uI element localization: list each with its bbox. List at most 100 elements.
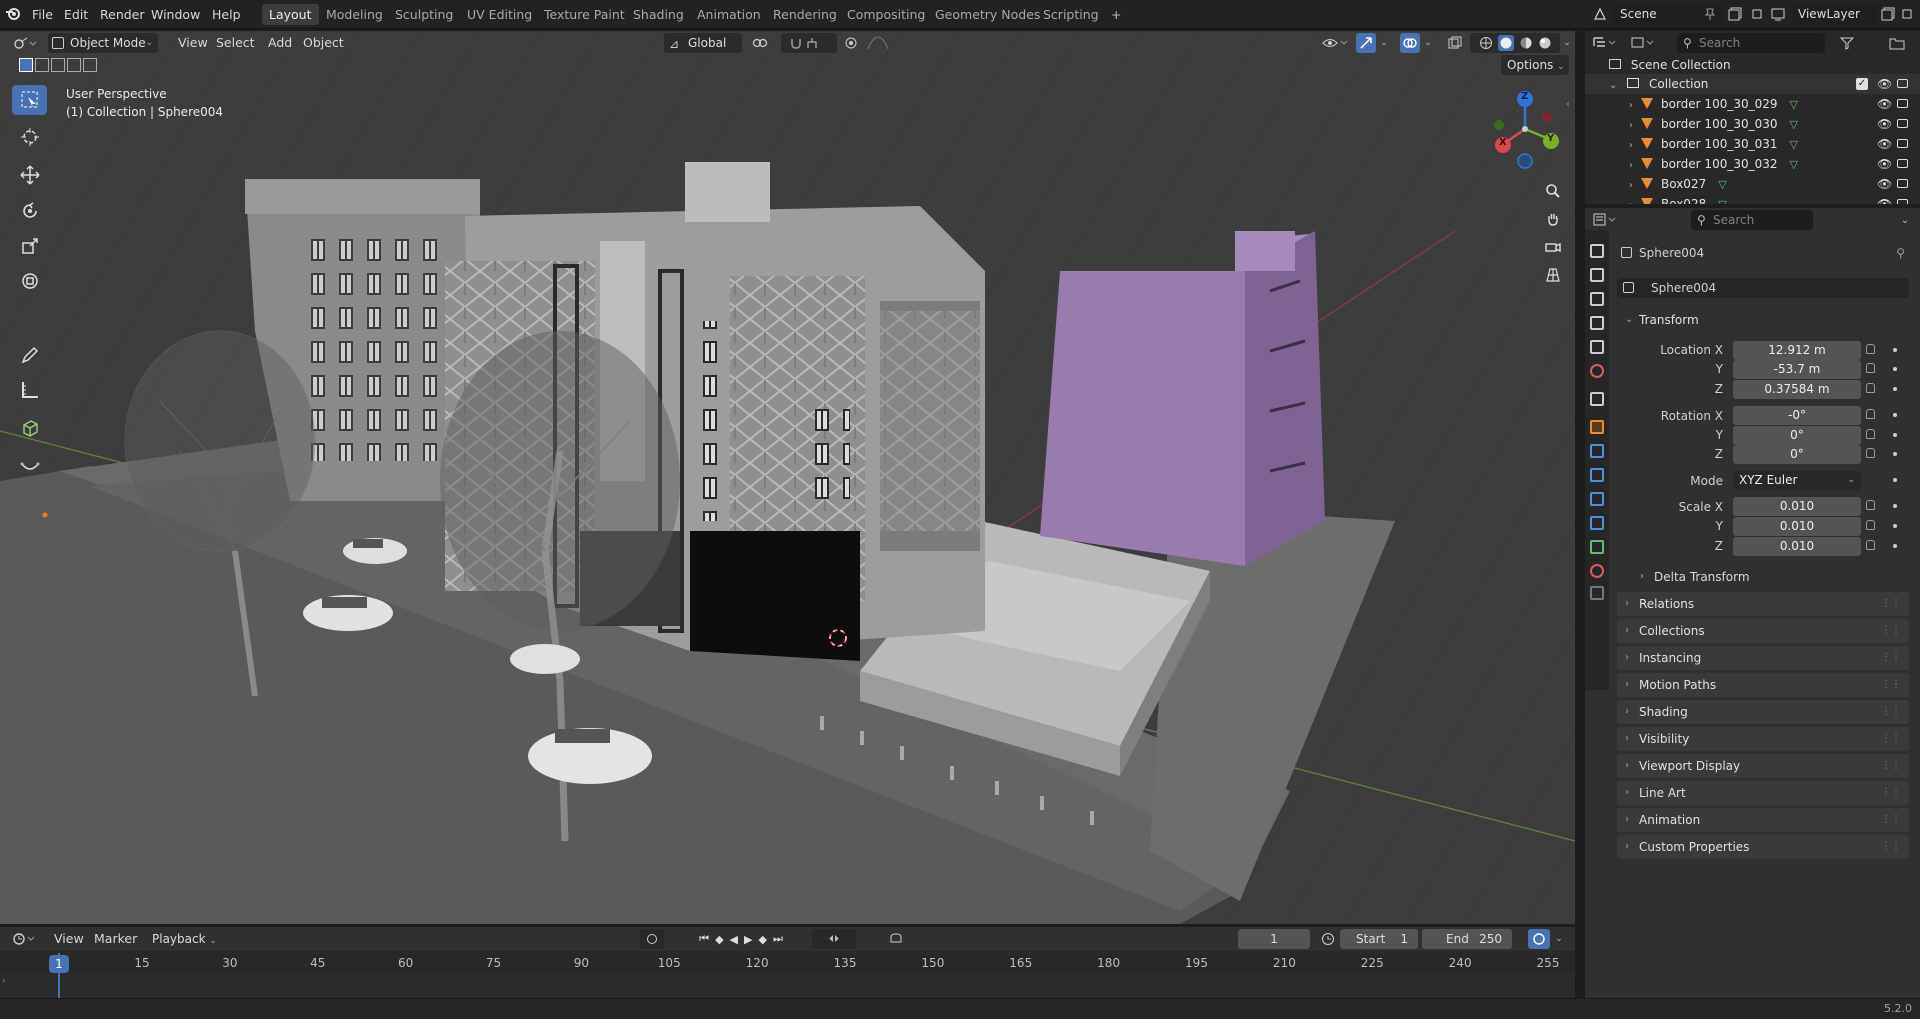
camera-icon[interactable]	[1897, 159, 1908, 168]
delete-scene-icon[interactable]	[1748, 4, 1766, 24]
proportional-editing-icon[interactable]	[840, 33, 862, 53]
transform-panel-header[interactable]: ⌄ Transform	[1617, 308, 1909, 332]
display-mode-icon[interactable]	[1627, 33, 1659, 53]
playback-dropdown[interactable]: Playback ⌄	[146, 929, 216, 949]
panel-9[interactable]: › Custom Properties ⋮⋮	[1617, 835, 1909, 859]
view-layer-selector[interactable]: ViewLayer	[1792, 4, 1878, 24]
tab-modeling[interactable]: Modeling	[319, 4, 390, 25]
scale-z-field[interactable]: 0.010	[1733, 537, 1861, 556]
navigation-gizmo[interactable]: Z Y X	[1483, 89, 1563, 171]
panel-1[interactable]: › Collections ⋮⋮	[1617, 619, 1909, 643]
drag-handle-icon[interactable]: ⋮⋮	[1881, 754, 1901, 778]
select-box-tool[interactable]	[12, 85, 47, 115]
particles-properties-icon[interactable]	[1590, 468, 1604, 482]
measure-tool[interactable]	[12, 375, 47, 405]
shading-modes[interactable]	[1470, 33, 1560, 53]
drag-handle-icon[interactable]: ⋮⋮	[1881, 700, 1901, 724]
delete-view-layer-icon[interactable]	[1898, 4, 1916, 24]
camera-icon[interactable]	[1897, 139, 1908, 148]
keyframe-dot-icon[interactable]	[1893, 452, 1897, 456]
tab-sculpting[interactable]: Sculpting	[388, 4, 460, 25]
frame-range-icon[interactable]	[1318, 929, 1338, 949]
drag-handle-icon[interactable]: ⋮⋮	[1881, 835, 1901, 859]
outliner-row-object[interactable]: › border 100_30_032 ▽ 👁	[1585, 154, 1920, 174]
render-properties-icon[interactable]	[1590, 268, 1604, 282]
lock-icon[interactable]	[1866, 429, 1875, 439]
new-scene-icon[interactable]	[1724, 4, 1746, 24]
panel-6[interactable]: › Viewport Display ⋮⋮	[1617, 754, 1909, 778]
lock-icon[interactable]	[1866, 344, 1875, 354]
auto-keying-icon[interactable]	[878, 929, 914, 949]
gizmo-dropdown-icon[interactable]: ⌄	[1378, 33, 1390, 53]
jump-start-icon[interactable]: ⏮	[699, 932, 709, 946]
shading-dropdown-icon[interactable]: ⌄	[1561, 33, 1573, 53]
mode-selector[interactable]: Object Mode ⌄	[48, 33, 158, 53]
panel-3[interactable]: › Motion Paths ⋮⋮	[1617, 673, 1909, 697]
eye-icon[interactable]: 👁	[1877, 74, 1892, 94]
view-layer-icon[interactable]	[1766, 4, 1790, 24]
lock-icon[interactable]	[1866, 540, 1875, 550]
playback-controls[interactable]: ⏮ ◆ ◀ ▶ ◆ ⏭	[686, 929, 796, 949]
checkbox-icon[interactable]: ✓	[1856, 78, 1868, 90]
timeline-editor-type-icon[interactable]	[10, 929, 40, 949]
location-x-field[interactable]: 12.912 m	[1733, 341, 1861, 360]
record-icon[interactable]	[640, 929, 664, 949]
expand-right-icon[interactable]: ›	[1629, 140, 1633, 151]
select-subtract-icon[interactable]	[51, 58, 65, 72]
drag-handle-icon[interactable]: ⋮⋮	[1881, 619, 1901, 643]
area-divider[interactable]	[1575, 29, 1585, 999]
object-name-field[interactable]: Sphere004	[1617, 278, 1909, 298]
keyframe-dot-icon[interactable]	[1893, 387, 1897, 391]
tab-geometry-nodes[interactable]: Geometry Nodes	[928, 4, 1047, 25]
outliner-search-input[interactable]: ⚲ Search	[1677, 33, 1825, 53]
drag-handle-icon[interactable]: ⋮⋮	[1881, 673, 1901, 697]
visibility-icon[interactable]	[1318, 33, 1352, 53]
rotation-x-field[interactable]: -0°	[1733, 406, 1861, 425]
pin-icon[interactable]: ⚲	[1896, 243, 1905, 263]
eye-icon[interactable]: 👁	[1877, 114, 1892, 134]
editor-type-icon[interactable]	[10, 34, 40, 54]
transform-tool[interactable]	[12, 266, 47, 296]
timeline-track[interactable]	[0, 973, 1575, 1000]
start-frame-field[interactable]: Start 1	[1340, 929, 1418, 949]
lock-icon[interactable]	[1866, 383, 1875, 393]
next-keyframe-icon[interactable]: ◆	[758, 933, 766, 946]
prev-keyframe-icon[interactable]: ◆	[715, 933, 723, 946]
material-shading-icon[interactable]	[1519, 36, 1533, 50]
tab-uv-editing[interactable]: UV Editing	[460, 4, 539, 25]
data-properties-icon[interactable]	[1590, 540, 1604, 554]
camera-icon[interactable]	[1897, 79, 1908, 88]
end-frame-field[interactable]: End 250	[1422, 929, 1512, 949]
cursor-tool[interactable]	[12, 122, 47, 152]
panel-5[interactable]: › Visibility ⋮⋮	[1617, 727, 1909, 751]
menu-window[interactable]: Window	[145, 5, 206, 24]
rotate-tool[interactable]	[12, 196, 47, 226]
output-properties-icon[interactable]	[1590, 292, 1604, 306]
camera-view-icon[interactable]	[1541, 235, 1565, 259]
tl-menu-view[interactable]: View	[48, 929, 90, 948]
add-workspace-button[interactable]: +	[1104, 4, 1128, 25]
outliner-row-collection[interactable]: ⌄ Collection ✓ 👁	[1585, 74, 1920, 94]
keyframe-dot-icon[interactable]	[1893, 433, 1897, 437]
menu-edit[interactable]: Edit	[58, 5, 94, 24]
tab-animation[interactable]: Animation	[690, 4, 768, 25]
tab-shading[interactable]: Shading	[626, 4, 691, 25]
tab-scripting[interactable]: Scripting	[1036, 4, 1106, 25]
pivot-point-icon[interactable]	[748, 33, 778, 53]
panel-8[interactable]: › Animation ⋮⋮	[1617, 808, 1909, 832]
menu-help[interactable]: Help	[206, 5, 247, 24]
pan-hand-icon[interactable]	[1541, 207, 1565, 231]
expand-right-icon[interactable]: ›	[1629, 120, 1633, 131]
expand-right-icon[interactable]: ›	[1629, 100, 1633, 111]
constraints-properties-icon[interactable]	[1590, 516, 1604, 530]
xray-toggle-icon[interactable]	[1444, 33, 1466, 53]
delta-transform-subpanel[interactable]: › Delta Transform	[1640, 568, 1750, 586]
sidebar-toggle-icon[interactable]: ‹	[1566, 99, 1570, 110]
overlays-toggle-icon[interactable]	[1400, 33, 1420, 53]
vp-menu-select[interactable]: Select	[210, 33, 261, 52]
keyframe-dot-icon[interactable]	[1893, 478, 1897, 482]
eye-icon[interactable]: 👁	[1877, 134, 1892, 154]
lock-icon[interactable]	[1866, 448, 1875, 458]
panel-4[interactable]: › Shading ⋮⋮	[1617, 700, 1909, 724]
camera-icon[interactable]	[1897, 199, 1908, 204]
